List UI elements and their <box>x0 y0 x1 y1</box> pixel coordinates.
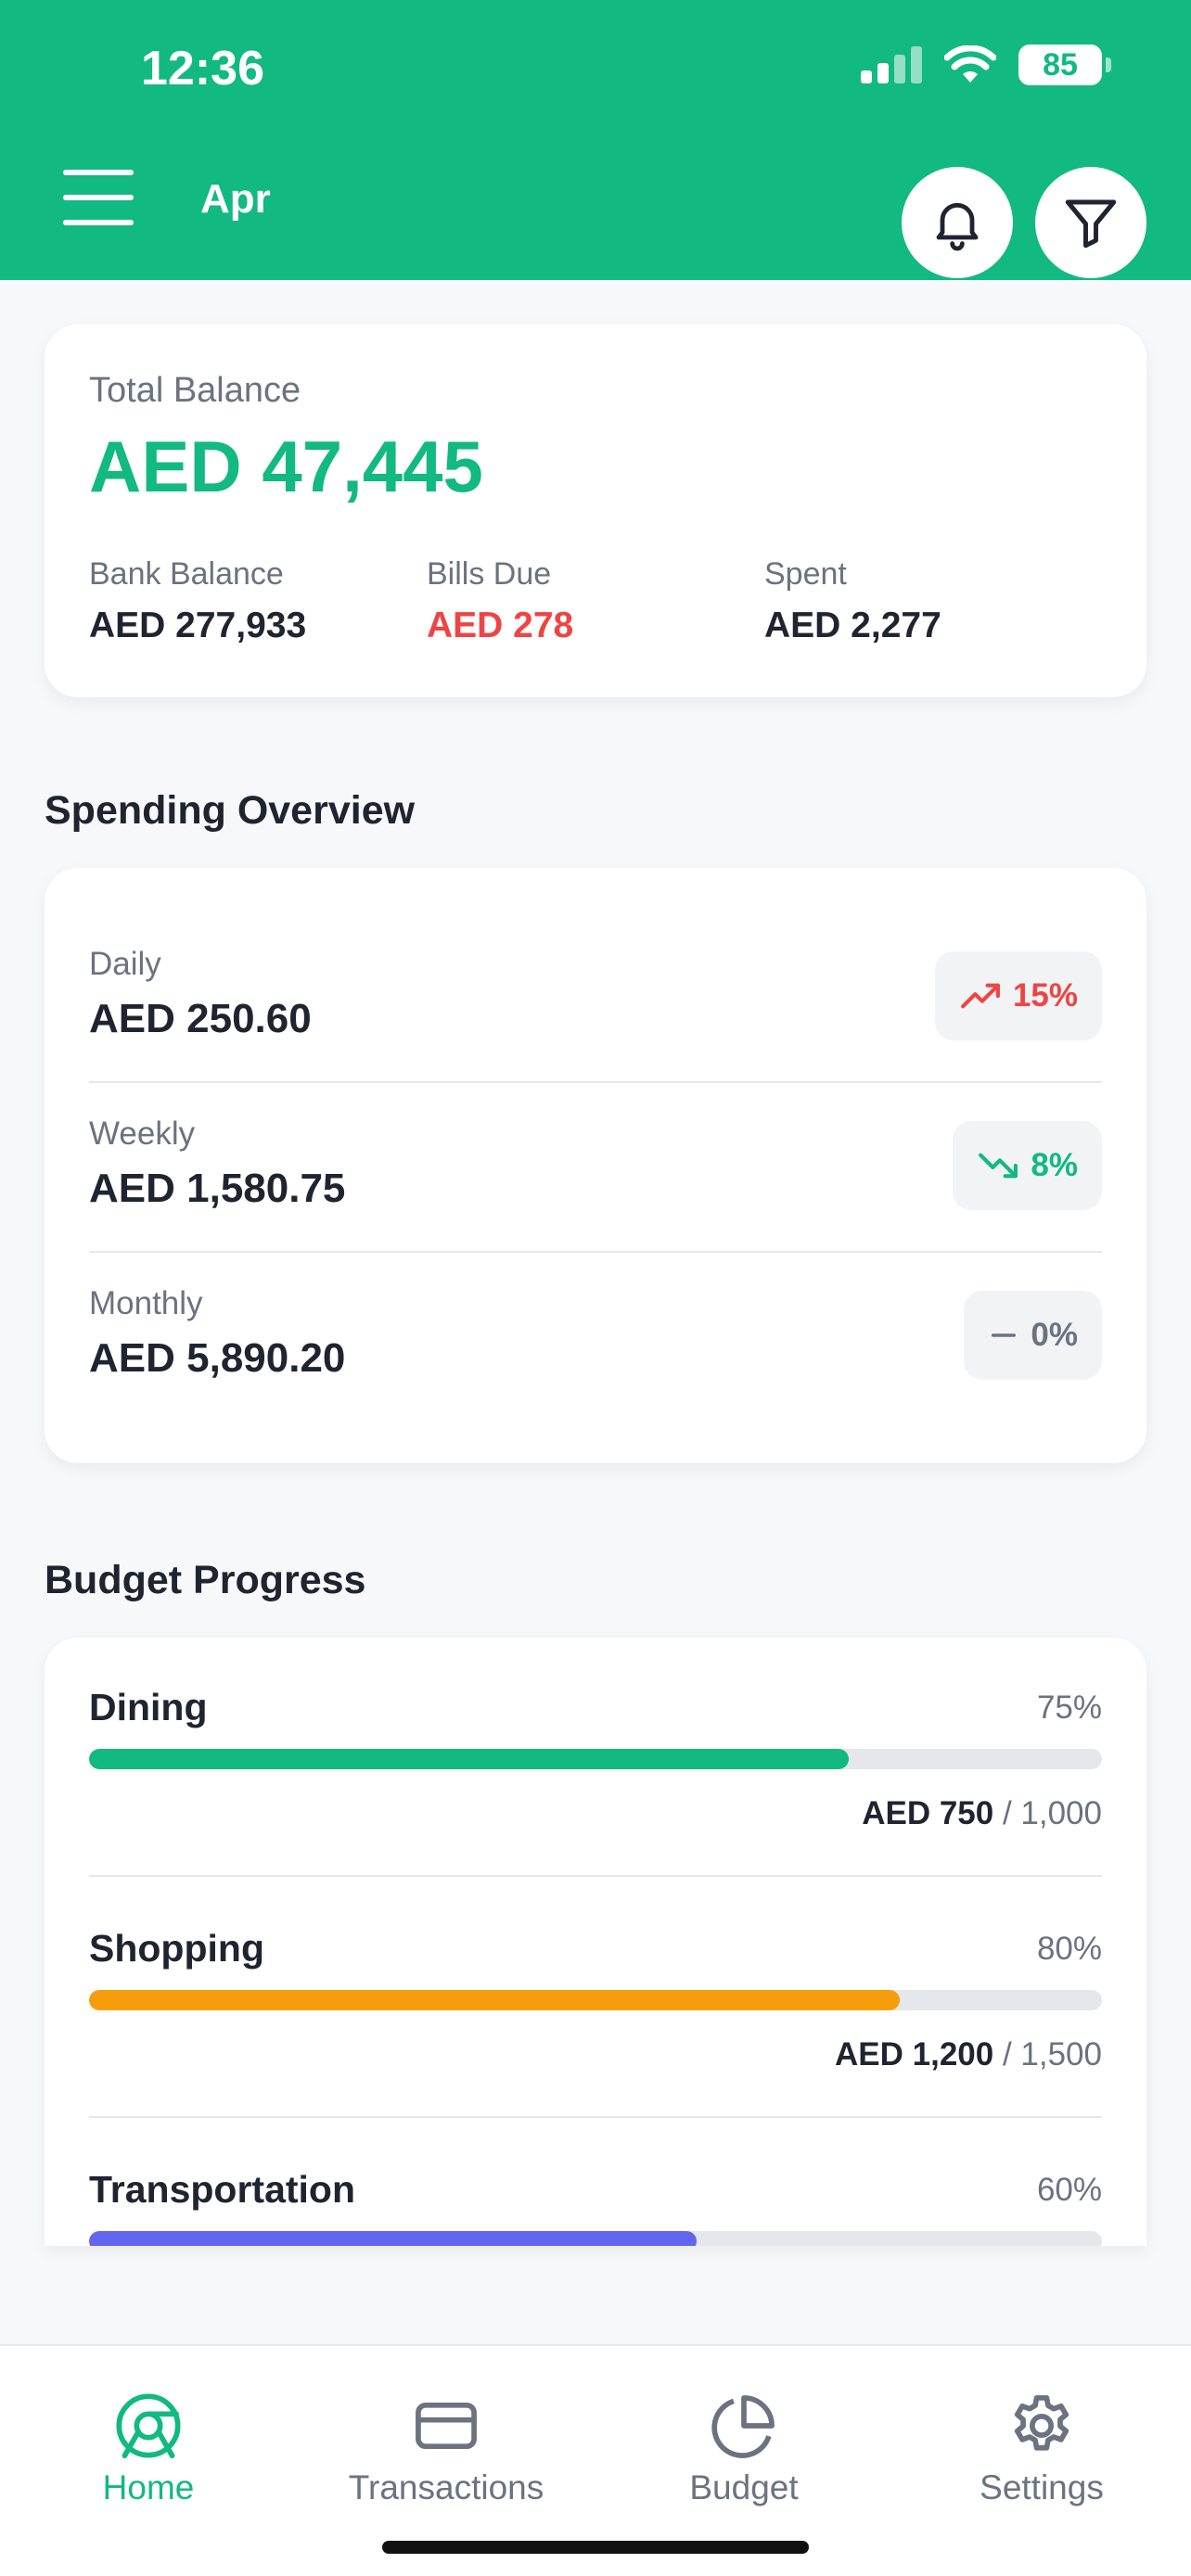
bills-due: Bills Due AED 278 <box>427 556 573 646</box>
trend-up-icon <box>960 983 1000 1009</box>
tab-transactions[interactable]: Transactions <box>298 2391 595 2507</box>
bell-icon <box>936 202 979 251</box>
budget-progress-card: Dining 75% AED 750 / 1,000 Shopping 80% … <box>45 1638 1146 2246</box>
overview-label: Weekly <box>89 1116 196 1152</box>
overview-value: AED 1,580.75 <box>89 1166 346 1211</box>
tab-budget[interactable]: Budget <box>596 2391 892 2507</box>
gear-icon <box>1014 2395 1069 2451</box>
budget-progress-fill <box>89 2231 698 2246</box>
budget-name[interactable]: Shopping <box>89 1927 264 1970</box>
app-header: 12:36 85 Apr <box>0 0 1191 280</box>
budget-progress-bar <box>89 2231 1102 2246</box>
total-balance-value: AED 47,445 <box>89 426 483 507</box>
trend-badge: 8% <box>953 1121 1102 1210</box>
spending-overview-title: Spending Overview <box>45 788 416 833</box>
tab-label: Transactions <box>348 2468 544 2506</box>
trend-value: 0% <box>1031 1317 1078 1353</box>
month-label[interactable]: Apr <box>200 176 271 223</box>
balance-card: Total Balance AED 47,445 Bank Balance AE… <box>45 325 1146 697</box>
overview-row-monthly[interactable]: Monthly AED 5,890.20 0% <box>89 1207 1102 1381</box>
budget-spent: AED 1,200 <box>835 2036 994 2072</box>
status-time: 12:36 <box>141 42 264 96</box>
bank-balance-label: Bank Balance <box>89 556 284 592</box>
filter-icon <box>1065 199 1117 249</box>
budget-amount: AED 1,200 / 1,500 <box>835 2036 1102 2073</box>
trend-value: 8% <box>1031 1147 1078 1183</box>
overview-value: AED 250.60 <box>89 996 312 1041</box>
budget-name[interactable]: Transportation <box>89 2168 355 2212</box>
filter-button[interactable] <box>1035 167 1146 278</box>
tab-label: Home <box>102 2468 195 2506</box>
budget-progress-fill <box>89 1990 900 2010</box>
bills-due-label: Bills Due <box>427 556 552 592</box>
budget-percent: 75% <box>1036 1690 1102 1726</box>
trend-badge: 15% <box>934 951 1102 1040</box>
divider <box>89 2116 1102 2118</box>
tab-label: Budget <box>689 2468 799 2506</box>
signal-icon <box>861 46 922 83</box>
pie-icon <box>711 2395 775 2458</box>
tab-home[interactable]: Home <box>0 2391 297 2507</box>
overview-label: Monthly <box>89 1285 203 1321</box>
battery-icon: 85 <box>1018 45 1111 85</box>
budget-limit: / 1,000 <box>993 1795 1102 1831</box>
status-icons: 85 <box>861 45 1111 85</box>
tab-label: Settings <box>980 2468 1104 2506</box>
budget-amount: AED 750 / 1,000 <box>862 1795 1102 1832</box>
card-icon <box>416 2402 477 2450</box>
wifi-icon <box>944 45 996 83</box>
bank-balance-value: AED 277,933 <box>89 606 307 645</box>
budget-progress-bar <box>89 1749 1102 1769</box>
spent-label: Spent <box>764 556 847 592</box>
overview-row-daily[interactable]: Daily AED 250.60 15% <box>89 868 1102 1041</box>
overview-row-weekly[interactable]: Weekly AED 1,580.75 8% <box>89 1038 1102 1211</box>
overview-label: Daily <box>89 946 161 982</box>
menu-button[interactable] <box>63 170 134 225</box>
bills-due-value: AED 278 <box>427 606 574 645</box>
spent-value: AED 2,277 <box>764 606 941 645</box>
budget-progress-fill <box>89 1749 849 1769</box>
budget-progress-bar <box>89 1990 1102 2010</box>
budget-spent: AED 750 <box>862 1795 994 1831</box>
budget-limit: / 1,500 <box>993 2036 1102 2072</box>
budget-name[interactable]: Dining <box>89 1686 208 1729</box>
notifications-button[interactable] <box>902 167 1013 278</box>
trend-value: 15% <box>1012 977 1078 1014</box>
budget-progress-title: Budget Progress <box>45 1558 366 1602</box>
trend-badge: 0% <box>964 1291 1102 1380</box>
trend-down-icon <box>979 1153 1018 1179</box>
budget-percent: 60% <box>1036 2172 1102 2208</box>
total-balance-label: Total Balance <box>89 371 301 410</box>
spending-overview-card: Daily AED 250.60 15% Weekly AED 1,580.75… <box>45 868 1146 1463</box>
home-chart-icon <box>116 2393 181 2459</box>
bank-balance: Bank Balance AED 277,933 <box>89 556 306 646</box>
spent: Spent AED 2,277 <box>764 556 941 646</box>
tab-settings[interactable]: Settings <box>893 2391 1190 2507</box>
budget-percent: 80% <box>1036 1931 1102 1967</box>
divider <box>89 1875 1102 1877</box>
minus-icon <box>992 1333 1017 1337</box>
overview-value: AED 5,890.20 <box>89 1335 346 1381</box>
home-indicator <box>382 2541 809 2554</box>
